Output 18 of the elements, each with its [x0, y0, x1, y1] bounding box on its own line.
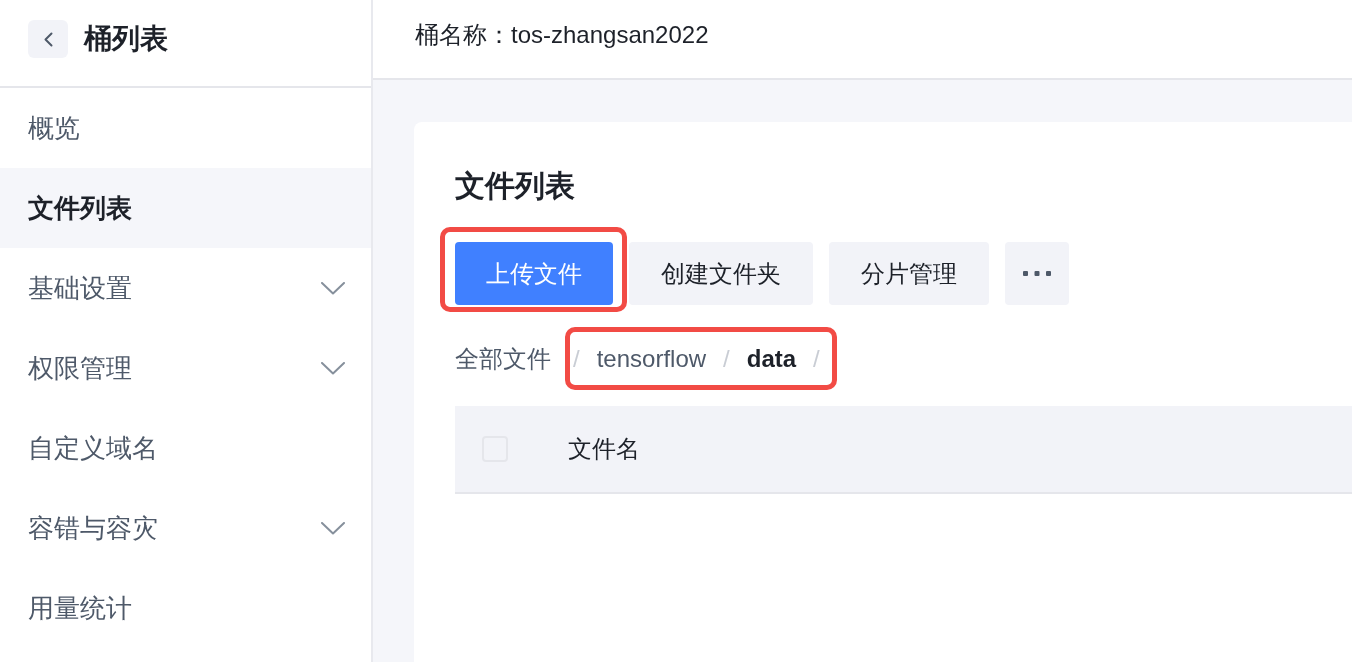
card-title: 文件列表	[455, 168, 575, 204]
sidebar-item[interactable]: 文件列表	[0, 168, 371, 248]
breadcrumb-separator: /	[813, 343, 820, 374]
more-button[interactable]	[1005, 242, 1069, 305]
sidebar-title: 桶列表	[84, 22, 168, 56]
breadcrumb-current: data	[746, 343, 797, 374]
back-button[interactable]	[28, 20, 68, 58]
bucket-name: 桶名称：tos-zhangsan2022	[415, 20, 709, 50]
toolbar-button[interactable]: 分片管理	[829, 242, 989, 305]
breadcrumb-link[interactable]: 全部文件	[455, 340, 551, 377]
chevron-left-icon	[43, 31, 53, 47]
upload-button[interactable]: 上传文件	[455, 242, 613, 305]
breadcrumb-link[interactable]: tensorflow	[596, 340, 707, 377]
breadcrumb-separator: /	[573, 343, 580, 374]
toolbar-button[interactable]: 创建文件夹	[629, 242, 813, 305]
breadcrumb-separator: /	[723, 343, 730, 374]
more-icon	[1023, 271, 1051, 276]
column-header: 文件名	[568, 434, 640, 464]
